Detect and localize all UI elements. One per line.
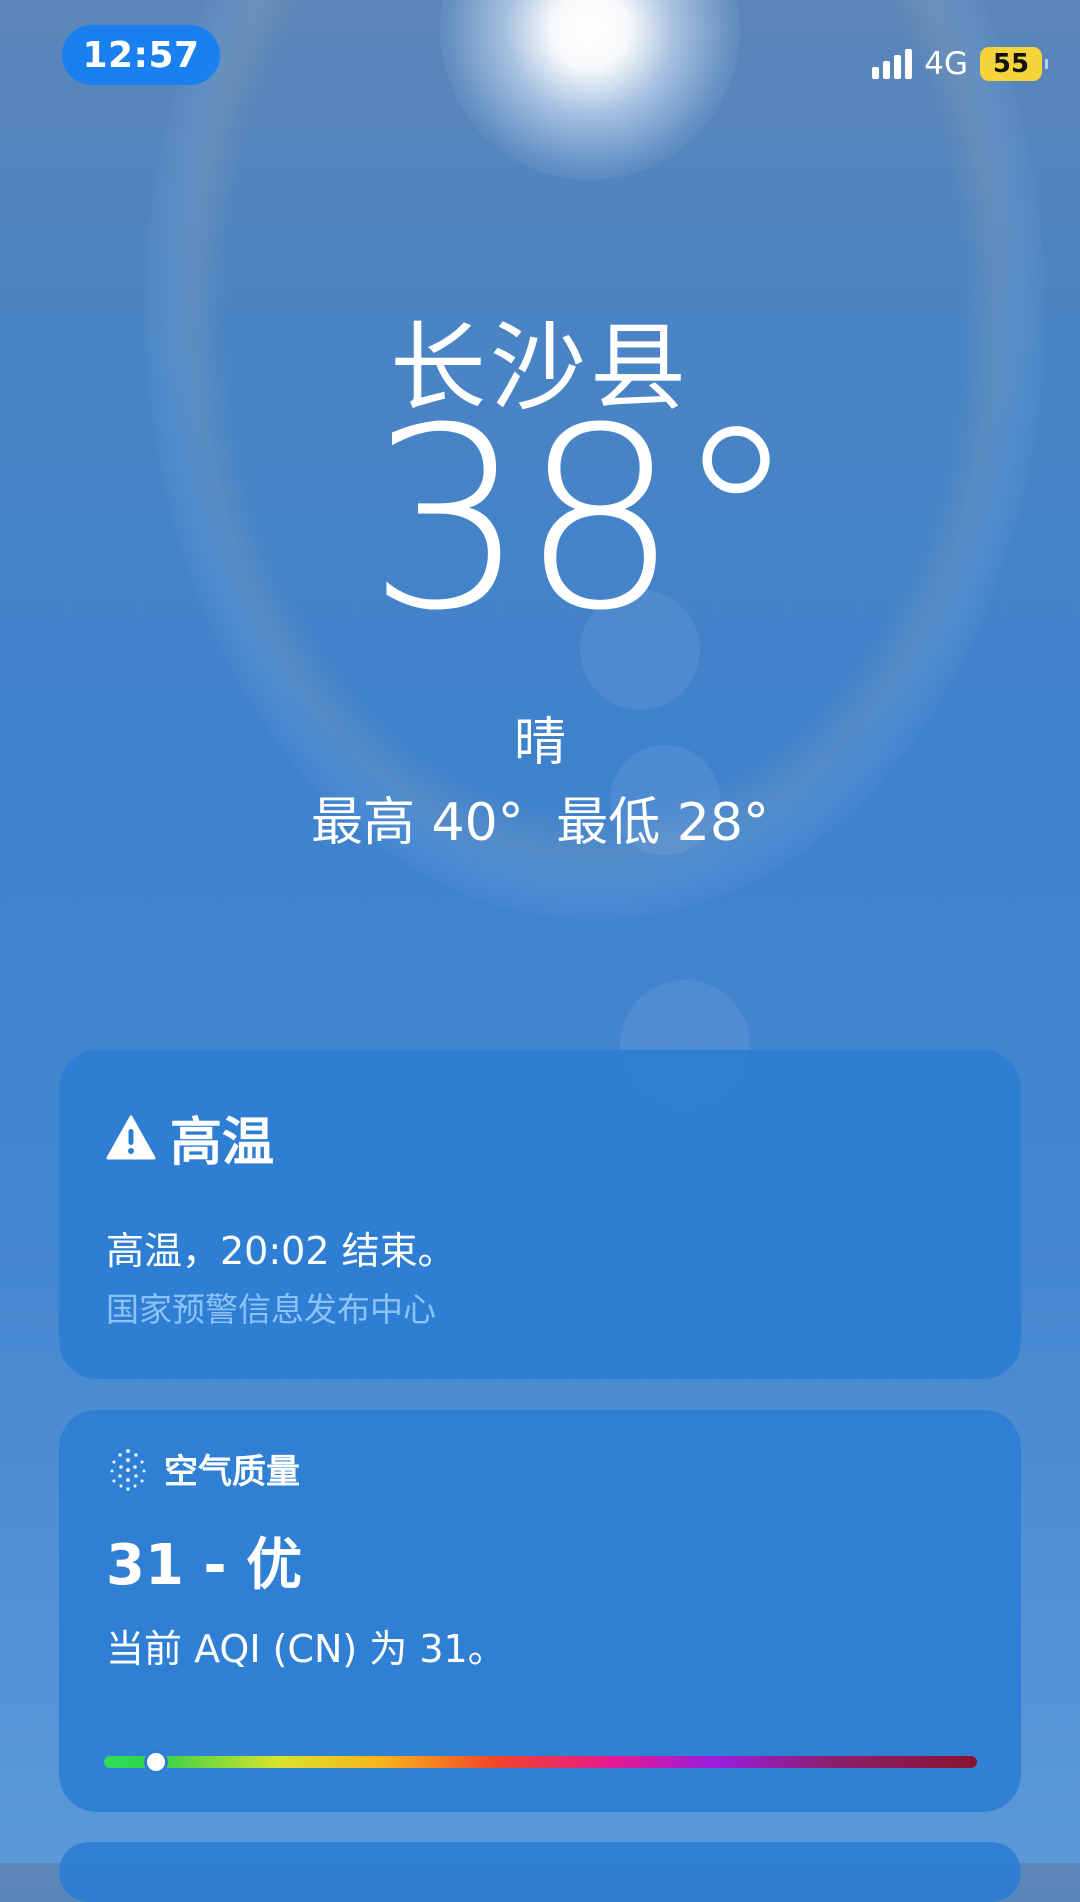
- current-temperature: 38°: [367, 374, 798, 665]
- low-temperature: 最低 28°: [556, 793, 769, 853]
- next-card[interactable]: [59, 1842, 1021, 1902]
- warning-triangle-icon: [106, 1115, 156, 1159]
- high-low-temperature: 最高 40° 最低 28°: [0, 780, 1080, 855]
- cellular-signal-icon: [872, 49, 913, 79]
- aqi-scale-bar: [104, 1753, 977, 1771]
- air-quality-label: 空气质量: [164, 1452, 300, 1492]
- alert-message: 高温，20:02 结束。: [106, 1229, 456, 1273]
- battery-icon: 55: [980, 47, 1048, 81]
- alert-header: 高温: [106, 1100, 274, 1175]
- aqi-level-indicator: [147, 1753, 166, 1771]
- status-indicators: 4G 55: [872, 44, 1048, 84]
- air-quality-header: 空气质量: [106, 1444, 300, 1493]
- status-time[interactable]: 12:57: [62, 25, 220, 85]
- alert-title: 高温: [170, 1113, 275, 1173]
- air-quality-dots-icon: [110, 1448, 146, 1491]
- battery-level: 55: [992, 49, 1030, 79]
- network-type: 4G: [924, 46, 968, 82]
- aqi-value: 31 - 优: [106, 1533, 303, 1598]
- aqi-description: 当前 AQI (CN) 为 31。: [106, 1627, 506, 1671]
- alert-source: 国家预警信息发布中心: [106, 1290, 436, 1329]
- weather-condition: 晴: [513, 713, 566, 773]
- air-quality-card[interactable]: 空气质量 31 - 优 当前 AQI (CN) 为 31。: [59, 1410, 1021, 1812]
- weather-alert-card[interactable]: 高温 高温，20:02 结束。 国家预警信息发布中心: [59, 1050, 1021, 1379]
- high-temperature: 最高 40°: [311, 793, 524, 853]
